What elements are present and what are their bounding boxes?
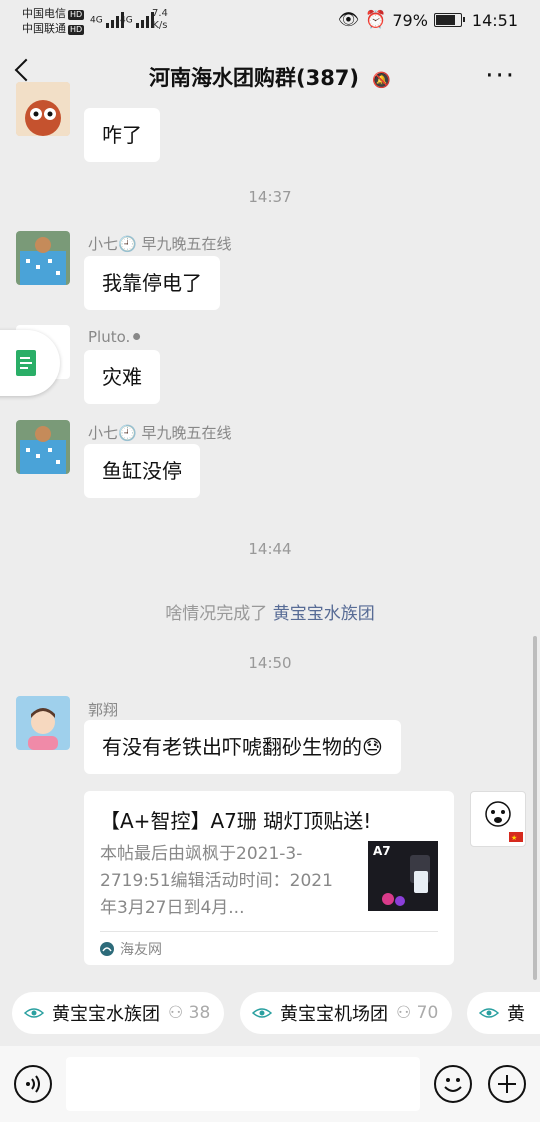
sender-name: 小七🕘 早九晚五在线 bbox=[88, 235, 232, 253]
card-thumbnail: A7 bbox=[368, 841, 438, 911]
floating-window[interactable] bbox=[0, 330, 60, 396]
svg-text:★: ★ bbox=[511, 834, 517, 842]
system-message: 啥情况完成了 黄宝宝水族团 bbox=[0, 599, 540, 624]
card-description: 本帖最后由飒枫于2021-3-2719:51编辑活动时间：2021年3月27日到… bbox=[100, 844, 333, 918]
hd-badge: HD bbox=[68, 25, 85, 35]
chat-header: 河南海水团购群(387) 🔕 ··· bbox=[0, 42, 540, 108]
document-icon bbox=[16, 350, 36, 376]
scrollbar[interactable] bbox=[533, 636, 537, 980]
group-chip[interactable]: 黄宝宝水族团 ⚇ 38 bbox=[12, 992, 225, 1034]
group-chip[interactable]: 黄 bbox=[467, 992, 540, 1034]
timestamp: 14:44 bbox=[248, 540, 292, 558]
eye-logo-icon bbox=[23, 1003, 45, 1024]
member-count: ⚇ 38 bbox=[168, 1003, 211, 1023]
signal-2-label: 4G bbox=[120, 15, 133, 26]
message-bubble[interactable]: 有没有老铁出吓唬翻砂生物的😓 bbox=[84, 720, 401, 774]
eye-logo-icon bbox=[251, 1003, 273, 1024]
clock: 14:51 bbox=[471, 10, 518, 30]
card-divider bbox=[100, 931, 438, 932]
source-logo-icon bbox=[100, 942, 114, 956]
status-bar: 中国电信 HD 中国联通 HD 4G 4G 7.4 K/s 👁 ⏰ 79% 14:5… bbox=[0, 0, 540, 42]
message-input[interactable] bbox=[66, 1057, 420, 1111]
chat-title-text: 河南海水团购群(387) bbox=[148, 66, 360, 90]
member-count: ⚇ 70 bbox=[396, 1003, 439, 1023]
group-chip-label: 黄 bbox=[507, 1004, 525, 1025]
net-speed-value: 7.4 bbox=[152, 8, 168, 19]
alarm-icon: ⏰ bbox=[365, 10, 387, 30]
mute-bell-icon: 🔕 bbox=[372, 71, 392, 89]
net-speed: 7.4 K/s bbox=[152, 8, 168, 32]
group-chip-label: 黄宝宝机场团 bbox=[280, 1004, 388, 1025]
message-bubble[interactable]: 我靠停电了 bbox=[84, 256, 220, 310]
timestamp: 14:37 bbox=[248, 188, 292, 206]
avatar[interactable] bbox=[16, 696, 70, 750]
battery-fill bbox=[435, 15, 455, 25]
signal-1-label: 4G bbox=[90, 15, 103, 26]
card-source: 海友网 bbox=[100, 939, 162, 959]
card-source-label: 海友网 bbox=[120, 942, 162, 958]
signal-2-icon: 4G bbox=[120, 12, 156, 28]
link-card[interactable]: 【A+智控】A7珊 瑚灯顶贴送! 本帖最后由飒枫于2021-3-2719:51编… bbox=[84, 791, 454, 965]
message-bubble[interactable]: 鱼缸没停 bbox=[84, 444, 200, 498]
net-speed-unit: K/s bbox=[152, 20, 168, 31]
emoji-icon[interactable] bbox=[434, 1065, 472, 1103]
eye-logo-icon bbox=[478, 1003, 500, 1024]
status-right: 👁 ⏰ 79% 14:51 bbox=[338, 10, 518, 30]
avatar[interactable]: ★ bbox=[470, 791, 526, 847]
battery-icon bbox=[433, 13, 465, 27]
group-chip-label: 黄宝宝水族团 bbox=[52, 1004, 160, 1025]
sender-name: 小七🕘 早九晚五在线 bbox=[88, 424, 232, 442]
timestamp: 14:50 bbox=[248, 654, 292, 672]
carrier-2-label: 中国联通 bbox=[22, 22, 66, 35]
carrier-2: 中国联通 HD bbox=[22, 22, 85, 35]
system-message-link[interactable]: 黄宝宝水族团 bbox=[273, 604, 375, 624]
carrier-1: 中国电信 HD bbox=[22, 7, 85, 20]
card-title: 【A+智控】A7珊 瑚灯顶贴送! bbox=[100, 809, 372, 833]
sender-name: Pluto.⚫ bbox=[88, 328, 143, 346]
avatar[interactable] bbox=[16, 82, 70, 136]
message-bubble[interactable]: 咋了 bbox=[84, 108, 160, 162]
eye-icon: 👁 bbox=[337, 10, 360, 30]
voice-icon[interactable] bbox=[14, 1065, 52, 1103]
add-icon[interactable] bbox=[488, 1065, 526, 1103]
member-count-value: 70 bbox=[416, 1003, 439, 1023]
battery-percent: 79% bbox=[392, 10, 428, 30]
hd-badge: HD bbox=[68, 10, 85, 20]
sender-name: 郭翔 bbox=[88, 701, 119, 719]
chat-title: 河南海水团购群(387) 🔕 bbox=[0, 62, 540, 92]
carrier-1-label: 中国电信 bbox=[22, 7, 66, 20]
system-message-text: 啥情况完成了 bbox=[165, 604, 268, 624]
avatar[interactable] bbox=[16, 231, 70, 285]
member-count-value: 38 bbox=[188, 1003, 211, 1023]
more-icon[interactable]: ··· bbox=[485, 63, 516, 89]
input-bar bbox=[0, 1046, 540, 1122]
group-quick-bar: 黄宝宝水族团 ⚇ 38 黄宝宝机场团 ⚇ 70 黄 bbox=[0, 980, 540, 1046]
group-chip[interactable]: 黄宝宝机场团 ⚇ 70 bbox=[240, 992, 453, 1034]
avatar[interactable] bbox=[16, 420, 70, 474]
message-bubble[interactable]: 灾难 bbox=[84, 350, 160, 404]
